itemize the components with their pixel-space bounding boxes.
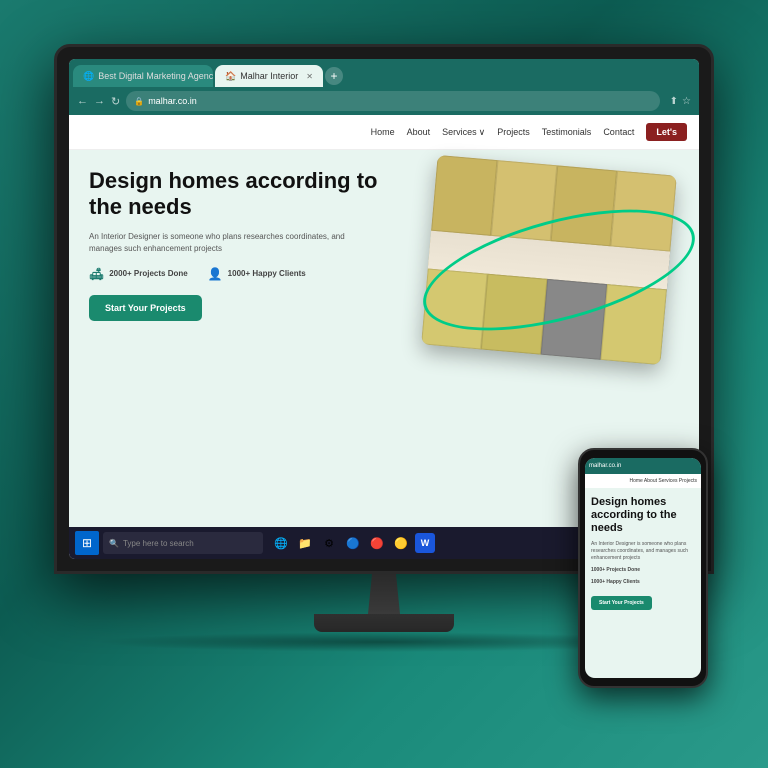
cabinet-4 xyxy=(610,171,676,252)
stat-projects-value: 2000+ Projects Done xyxy=(109,269,187,278)
browser-actions: ⬆ ☆ xyxy=(670,96,691,107)
phone-nav-links: Home About Services Projects xyxy=(629,478,697,484)
phone-screen: malhar.co.in Home About Services Project… xyxy=(585,458,701,678)
hero-text: Design homes according to the needs An I… xyxy=(89,168,414,321)
phone: malhar.co.in Home About Services Project… xyxy=(578,448,708,688)
taskbar-icon-app[interactable]: 🟡 xyxy=(391,533,411,553)
back-button[interactable]: ← xyxy=(77,95,88,107)
taskbar-icon-browser[interactable]: 🔵 xyxy=(343,533,363,553)
phone-cta-button[interactable]: Start Your Projects xyxy=(591,596,652,610)
taskbar-pinned-icons: 🌐 📁 ⚙ 🔵 🔴 🟡 W xyxy=(271,533,435,553)
bottom-cabinet-2 xyxy=(481,274,547,355)
nav-services[interactable]: Services ∨ xyxy=(442,127,485,138)
refresh-button[interactable]: ↻ xyxy=(111,95,120,108)
cabinet-1 xyxy=(431,155,497,236)
phone-stats: 1000+ Projects Done xyxy=(591,567,695,573)
hero-description: An Interior Designer is someone who plan… xyxy=(89,231,369,255)
taskbar-icon-explorer[interactable]: 📁 xyxy=(295,533,315,553)
search-placeholder-text: Type here to search xyxy=(123,539,194,548)
taskbar-icon-edge[interactable]: 🌐 xyxy=(271,533,291,553)
stat-clients-value: 1000+ Happy Clients xyxy=(228,269,306,278)
bookmark-button[interactable]: ☆ xyxy=(682,96,691,107)
lock-icon: 🔒 xyxy=(134,97,144,106)
hero-section: Design homes according to the needs An I… xyxy=(69,150,699,430)
nav-about[interactable]: About xyxy=(407,127,431,137)
share-button[interactable]: ⬆ xyxy=(670,96,678,107)
nav-home[interactable]: Home xyxy=(371,127,395,137)
bottom-cabinet-4 xyxy=(600,284,666,365)
bottom-cabinet-3 xyxy=(541,279,607,360)
browser-tab-2[interactable]: 🏠 Malhar Interior ✕ xyxy=(215,65,323,87)
url-text: malhar.co.in xyxy=(148,96,197,106)
stat-projects: 🛋 2000+ Projects Done xyxy=(89,267,188,281)
add-tab-button[interactable]: + xyxy=(325,67,343,85)
phone-stats-2: 1000+ Happy Clients xyxy=(591,579,695,585)
hero-title: Design homes according to the needs xyxy=(89,168,414,221)
cabinet-3 xyxy=(551,165,617,246)
start-button[interactable]: ⊞ xyxy=(75,531,99,555)
browser-tabs: 🌐 Best Digital Marketing Agency i... ✕ 🏠… xyxy=(69,59,699,87)
tab1-favicon: 🌐 xyxy=(83,71,94,82)
tab2-favicon: 🏠 xyxy=(225,71,236,82)
browser-addressbar: ← → ↻ 🔒 malhar.co.in ⬆ ☆ xyxy=(69,87,699,115)
hero-stats: 🛋 2000+ Projects Done 👤 1000+ Happy Clie… xyxy=(89,267,414,281)
phone-stat-2: 1000+ Happy Clients xyxy=(591,579,640,585)
website-nav: Home About Services ∨ Projects Testimoni… xyxy=(69,115,699,150)
phone-stat-1: 1000+ Projects Done xyxy=(591,567,640,573)
taskbar-icon-settings[interactable]: ⚙ xyxy=(319,533,339,553)
phone-hero: Design homes according to the needs An I… xyxy=(585,488,701,618)
phone-browser-bar: malhar.co.in xyxy=(585,458,701,474)
forward-button[interactable]: → xyxy=(94,95,105,107)
phone-website-nav: Home About Services Projects xyxy=(585,474,701,488)
kitchen-image xyxy=(421,155,677,365)
hero-image-area xyxy=(409,160,689,380)
services-chevron: ∨ xyxy=(479,127,486,138)
bottom-cabinet-1 xyxy=(421,268,487,349)
cabinet-2 xyxy=(491,160,557,241)
search-icon: 🔍 xyxy=(109,539,119,548)
windows-icon: ⊞ xyxy=(82,536,92,550)
browser-chrome: 🌐 Best Digital Marketing Agency i... ✕ 🏠… xyxy=(69,59,699,115)
phone-hero-desc: An Interior Designer is someone who plan… xyxy=(591,541,695,562)
user-icon: 👤 xyxy=(208,267,223,281)
nav-cta-button[interactable]: Let's xyxy=(646,123,687,141)
taskbar-icon-word[interactable]: W xyxy=(415,533,435,553)
nav-testimonials[interactable]: Testimonials xyxy=(542,127,592,137)
nav-projects[interactable]: Projects xyxy=(497,127,530,137)
phone-hero-title: Design homes according to the needs xyxy=(591,496,695,536)
nav-links: Home About Services ∨ Projects Testimoni… xyxy=(371,123,687,141)
address-bar[interactable]: 🔒 malhar.co.in xyxy=(126,91,659,111)
monitor-neck xyxy=(364,574,404,614)
hero-cta-button[interactable]: Start Your Projects xyxy=(89,295,202,321)
tab1-label: Best Digital Marketing Agency i... xyxy=(98,71,213,81)
taskbar-search[interactable]: 🔍 Type here to search xyxy=(103,532,263,554)
taskbar-icon-chrome[interactable]: 🔴 xyxy=(367,533,387,553)
sofa-icon: 🛋 xyxy=(89,267,104,281)
phone-url: malhar.co.in xyxy=(589,463,621,469)
nav-contact[interactable]: Contact xyxy=(603,127,634,137)
tab2-close[interactable]: ✕ xyxy=(306,72,313,81)
monitor-base xyxy=(314,614,454,632)
stat-clients: 👤 1000+ Happy Clients xyxy=(208,267,306,281)
tab2-label: Malhar Interior xyxy=(240,71,298,81)
browser-tab-1[interactable]: 🌐 Best Digital Marketing Agency i... ✕ xyxy=(73,65,213,87)
